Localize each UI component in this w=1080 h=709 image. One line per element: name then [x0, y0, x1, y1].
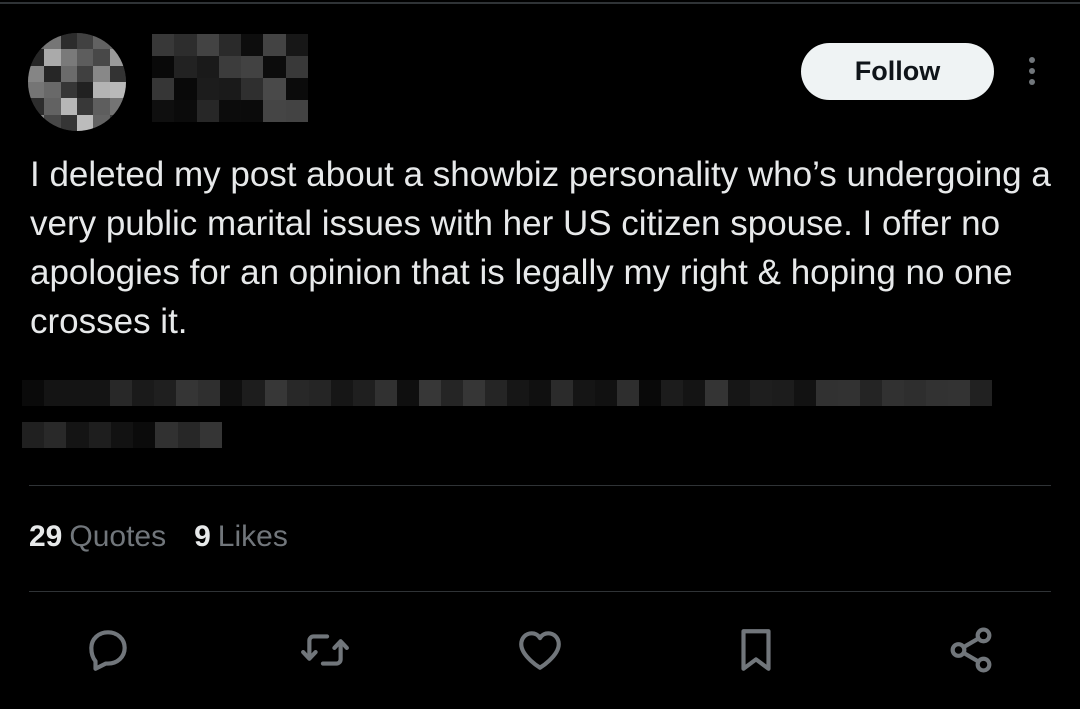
bookmark-icon[interactable] [728, 622, 784, 678]
post-stats: 29 Quotes 9 Likes [29, 520, 316, 554]
follow-button[interactable]: Follow [801, 43, 994, 100]
stats-bottom-divider [29, 591, 1051, 592]
like-icon[interactable] [512, 622, 568, 678]
author-name-blurred[interactable] [152, 34, 308, 122]
avatar[interactable] [28, 33, 126, 131]
quotes-stat[interactable]: 29 Quotes [29, 520, 166, 554]
likes-stat[interactable]: 9 Likes [194, 520, 288, 554]
likes-count: 9 [194, 520, 211, 553]
repost-icon[interactable] [297, 622, 353, 678]
top-divider [0, 2, 1080, 4]
more-vertical-icon[interactable] [1018, 53, 1046, 91]
reply-icon[interactable] [80, 622, 136, 678]
quotes-count: 29 [29, 520, 63, 553]
stats-top-divider [29, 485, 1051, 486]
post-text: I deleted my post about a showbiz person… [30, 155, 1051, 341]
blurred-text [22, 380, 993, 452]
likes-label: Likes [217, 520, 288, 553]
share-icon[interactable] [943, 622, 999, 678]
quotes-label: Quotes [69, 520, 167, 553]
